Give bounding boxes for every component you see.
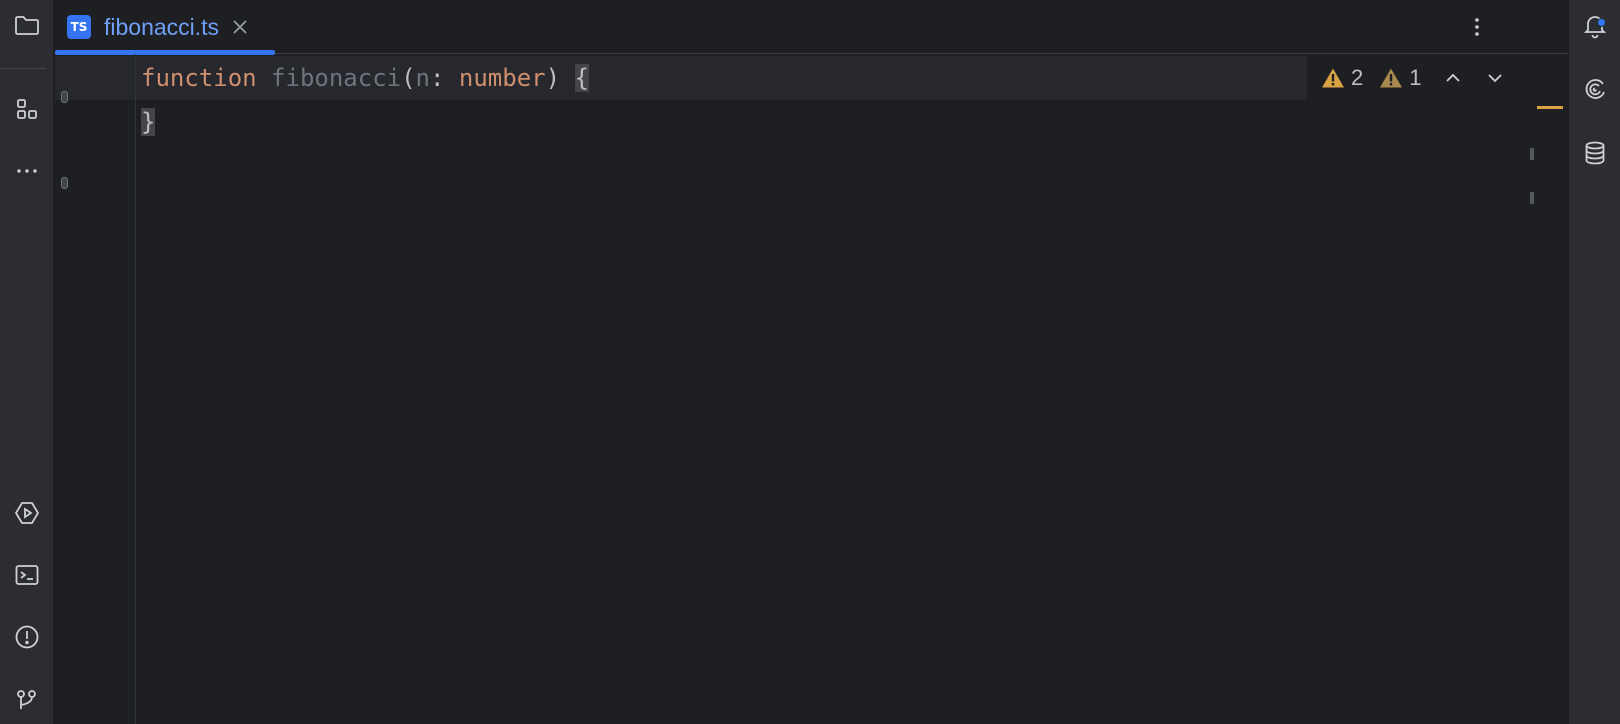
database-icon [1585,141,1605,165]
fold-marker-start[interactable] [61,91,68,103]
chevron-up-icon [1445,73,1460,82]
problems-icon [15,625,39,649]
tab-label: fibonacci.ts [104,13,220,40]
git-button[interactable] [10,682,44,716]
colon-token: : [430,64,459,92]
type-token: number [458,64,546,92]
chevron-down-icon [1487,74,1502,83]
warnings-indicator[interactable]: 2 [1321,65,1363,91]
active-tab-indicator [55,50,275,55]
weak-warnings-indicator[interactable]: 1 [1379,65,1422,91]
next-problem-button[interactable] [1480,63,1510,93]
tab-close-button[interactable] [231,18,249,36]
code-line-1[interactable]: function fibonacci(n: number) { [141,56,589,100]
editor-area: TS fibonacci.ts function fibonacci(n: nu… [55,0,1568,724]
error-stripe-mark[interactable] [1530,148,1534,160]
editor-tabbar: TS fibonacci.ts [55,0,1568,55]
weak-warning-icon [1380,68,1403,88]
code-line-2[interactable]: } [141,100,156,144]
folder-icon [15,16,39,35]
ai-assistant-button[interactable] [1578,72,1612,106]
more-horizontal-icon [17,169,37,173]
terminal-button[interactable] [10,558,44,592]
gutter-divider [135,54,136,724]
previous-problem-button[interactable] [1438,63,1468,93]
tab-fibonacci-ts[interactable]: TS fibonacci.ts [55,0,275,55]
notification-badge [1597,18,1606,27]
structure-button[interactable] [10,92,44,126]
project-button[interactable] [10,8,44,42]
inspection-widget: 2 1 [1307,56,1517,100]
function-name-token: fibonacci [271,64,402,92]
ai-spiral-icon [1585,79,1605,99]
fold-marker-end[interactable] [61,177,68,189]
structure-icon [17,99,37,119]
more-tools-button[interactable] [10,154,44,188]
weak-warnings-count: 1 [1409,65,1422,90]
paren-token: ( [401,64,416,92]
right-toolbar [1568,0,1620,724]
paren-token: ) [545,64,575,92]
git-icon [17,690,36,709]
more-vertical-icon [1475,18,1479,36]
services-button[interactable] [10,496,44,530]
notifications-button[interactable] [1578,8,1612,42]
left-toolbar [0,0,54,724]
typescript-file-icon: TS [67,15,91,39]
database-button[interactable] [1578,136,1612,170]
terminal-icon [15,565,39,585]
matched-brace-open: { [574,64,589,92]
parameter-token: n [415,64,430,92]
matched-brace-close: } [141,108,156,136]
error-stripe-mark[interactable] [1530,192,1534,204]
warning-icon [1322,68,1344,88]
problems-button[interactable] [10,620,44,654]
keyword-token: function [141,64,257,92]
warnings-count: 2 [1351,65,1364,90]
error-stripe-warning-mark[interactable] [1537,106,1563,109]
tab-options-button[interactable] [1460,10,1494,44]
close-icon [233,20,247,34]
toolbar-divider [0,68,46,69]
run-services-icon [14,502,40,524]
